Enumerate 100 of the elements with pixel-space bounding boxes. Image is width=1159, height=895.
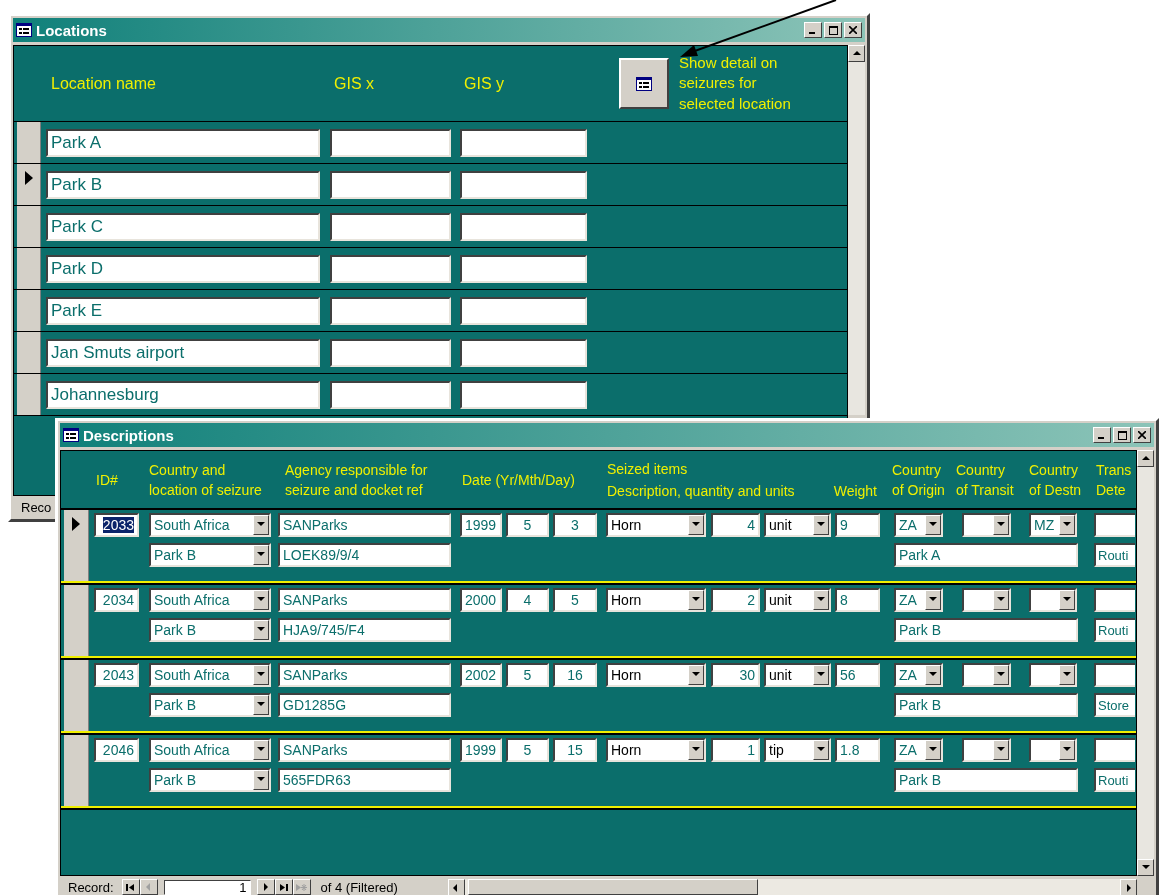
dropdown-button[interactable]: [925, 515, 941, 535]
dropdown-field[interactable]: ZA: [894, 738, 943, 762]
input-field[interactable]: Park C: [46, 212, 320, 241]
close-button[interactable]: [1133, 427, 1151, 443]
dropdown-button[interactable]: [253, 695, 269, 715]
dropdown-field[interactable]: ZA: [894, 513, 943, 537]
record-selector[interactable]: [64, 510, 89, 581]
dropdown-field[interactable]: [1029, 663, 1077, 687]
first-record-button[interactable]: [121, 879, 140, 895]
dropdown-field[interactable]: Horn: [606, 513, 706, 537]
show-detail-button[interactable]: [619, 58, 669, 109]
input-field[interactable]: 2043: [94, 663, 139, 687]
input-field[interactable]: Store: [1094, 693, 1135, 717]
dropdown-field[interactable]: South Africa: [149, 663, 271, 687]
dropdown-field[interactable]: [962, 738, 1011, 762]
vertical-scrollbar[interactable]: [848, 45, 865, 415]
dropdown-field[interactable]: [1029, 588, 1077, 612]
input-field[interactable]: [1094, 588, 1135, 612]
input-field[interactable]: 15: [553, 738, 597, 762]
dropdown-field[interactable]: ZA: [894, 588, 943, 612]
input-field[interactable]: Park B: [894, 693, 1078, 717]
input-field[interactable]: 2046: [94, 738, 139, 762]
dropdown-field[interactable]: unit: [764, 588, 831, 612]
dropdown-button[interactable]: [253, 590, 269, 610]
input-field[interactable]: [460, 296, 587, 325]
input-field[interactable]: Routi: [1094, 768, 1135, 792]
input-field[interactable]: Park B: [46, 170, 320, 199]
dropdown-button[interactable]: [925, 590, 941, 610]
input-field[interactable]: [460, 380, 587, 409]
scroll-up-button[interactable]: [1137, 450, 1154, 467]
input-field[interactable]: 5: [506, 738, 549, 762]
dropdown-field[interactable]: [1029, 738, 1077, 762]
dropdown-button[interactable]: [993, 515, 1009, 535]
dropdown-field[interactable]: Horn: [606, 663, 706, 687]
input-field[interactable]: 4: [506, 588, 549, 612]
dropdown-button[interactable]: [993, 590, 1009, 610]
input-field[interactable]: [1094, 738, 1135, 762]
scroll-down-button[interactable]: [1137, 859, 1154, 876]
dropdown-field[interactable]: South Africa: [149, 513, 271, 537]
input-field[interactable]: LOEK89/9/4: [278, 543, 451, 567]
input-field[interactable]: 4: [711, 513, 760, 537]
dropdown-field[interactable]: Park B: [149, 693, 271, 717]
input-field[interactable]: Park A: [894, 543, 1078, 567]
maximize-button[interactable]: [1113, 427, 1131, 443]
vertical-scrollbar[interactable]: [1137, 450, 1154, 876]
scroll-up-button[interactable]: [848, 45, 865, 62]
input-field[interactable]: [460, 128, 587, 157]
input-field[interactable]: 2033: [94, 513, 139, 537]
input-field[interactable]: [1094, 663, 1135, 687]
dropdown-field[interactable]: ZA: [894, 663, 943, 687]
input-field[interactable]: [330, 128, 451, 157]
input-field[interactable]: Park B: [894, 768, 1078, 792]
dropdown-button[interactable]: [993, 665, 1009, 685]
input-field[interactable]: [1094, 513, 1135, 537]
input-field[interactable]: 565FDR63: [278, 768, 451, 792]
input-field[interactable]: 1999: [460, 738, 502, 762]
dropdown-field[interactable]: tip: [764, 738, 831, 762]
input-field[interactable]: Park B: [894, 618, 1078, 642]
input-field[interactable]: [460, 338, 587, 367]
dropdown-button[interactable]: [1059, 740, 1075, 760]
input-field[interactable]: Park A: [46, 128, 320, 157]
input-field[interactable]: SANParks: [278, 738, 451, 762]
input-field[interactable]: [330, 254, 451, 283]
dropdown-button[interactable]: [688, 740, 704, 760]
record-selector[interactable]: [17, 164, 41, 205]
dropdown-button[interactable]: [813, 515, 829, 535]
minimize-button[interactable]: [1093, 427, 1111, 443]
dropdown-button[interactable]: [253, 665, 269, 685]
input-field[interactable]: Jan Smuts airport: [46, 338, 320, 367]
input-field[interactable]: GD1285G: [278, 693, 451, 717]
scroll-left-button[interactable]: [447, 879, 465, 895]
input-field[interactable]: Routi: [1094, 618, 1135, 642]
dropdown-field[interactable]: MZ: [1029, 513, 1077, 537]
maximize-button[interactable]: [824, 22, 842, 38]
next-record-button[interactable]: [256, 879, 275, 895]
input-field[interactable]: 2: [711, 588, 760, 612]
input-field[interactable]: [330, 338, 451, 367]
input-field[interactable]: 1: [711, 738, 760, 762]
input-field[interactable]: [330, 380, 451, 409]
dropdown-button[interactable]: [993, 740, 1009, 760]
dropdown-button[interactable]: [813, 590, 829, 610]
input-field[interactable]: Park E: [46, 296, 320, 325]
dropdown-button[interactable]: [1059, 665, 1075, 685]
dropdown-field[interactable]: Park B: [149, 618, 271, 642]
input-field[interactable]: [330, 296, 451, 325]
scroll-thumb[interactable]: [467, 879, 758, 895]
input-field[interactable]: 1999: [460, 513, 502, 537]
dropdown-field[interactable]: Park B: [149, 543, 271, 567]
dropdown-button[interactable]: [1059, 590, 1075, 610]
dropdown-field[interactable]: Horn: [606, 588, 706, 612]
input-field[interactable]: [460, 254, 587, 283]
dropdown-button[interactable]: [688, 665, 704, 685]
input-field[interactable]: Johannesburg: [46, 380, 320, 409]
dropdown-field[interactable]: South Africa: [149, 588, 271, 612]
dropdown-button[interactable]: [813, 665, 829, 685]
input-field[interactable]: 56: [835, 663, 880, 687]
dropdown-button[interactable]: [688, 590, 704, 610]
input-field[interactable]: 5: [506, 663, 549, 687]
input-field[interactable]: 1.8: [835, 738, 880, 762]
dropdown-button[interactable]: [253, 740, 269, 760]
